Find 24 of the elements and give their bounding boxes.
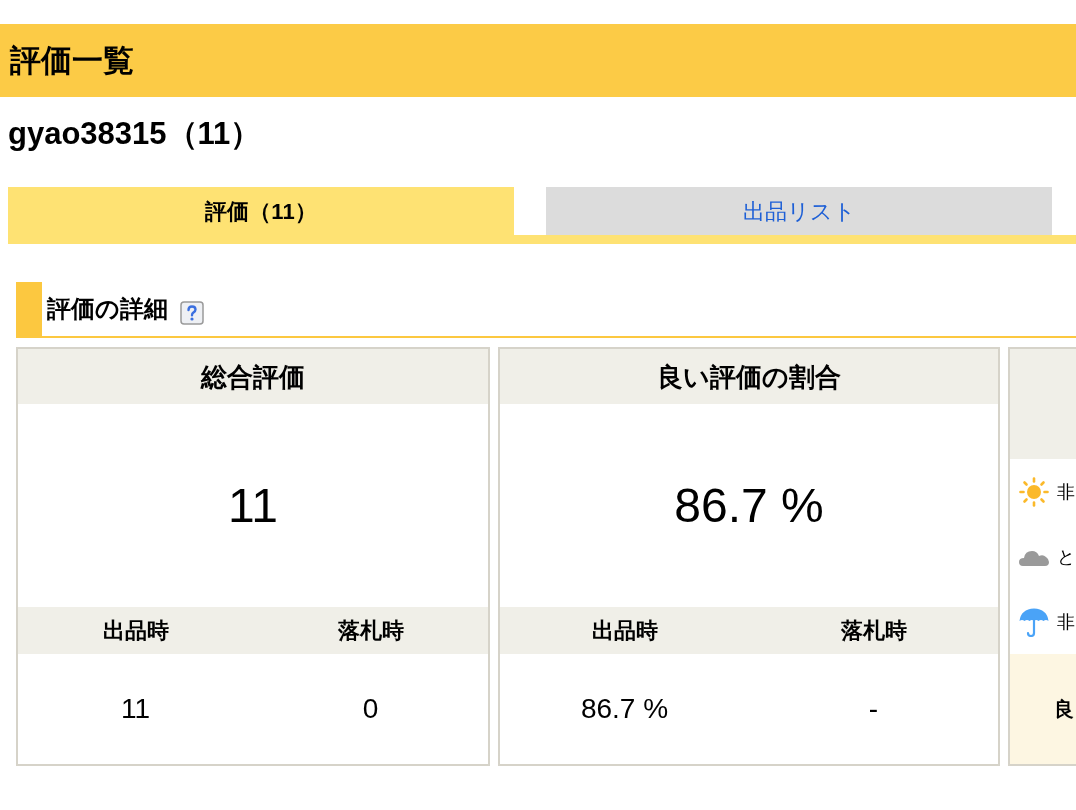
page-title: 評価一覧 bbox=[10, 45, 134, 76]
sun-icon bbox=[1019, 476, 1049, 507]
column-value: 86.7 % bbox=[580, 695, 669, 723]
summary-label: 良 bbox=[1054, 699, 1074, 719]
column-value: 0 bbox=[362, 695, 379, 723]
stat-value: 11 bbox=[228, 481, 278, 530]
username-heading: gyao38315（11） bbox=[8, 117, 262, 149]
stat-value: 86.7 % bbox=[674, 481, 824, 530]
column-value: - bbox=[868, 695, 879, 723]
card-title: 総合評価 bbox=[201, 363, 305, 390]
tab[interactable]: 評価（11） bbox=[8, 187, 514, 235]
tab[interactable]: 出品リスト bbox=[546, 187, 1052, 235]
rating-label: 非 bbox=[1057, 482, 1075, 501]
column-header: 落札時 bbox=[337, 619, 404, 642]
section-title: 評価の詳細 bbox=[47, 297, 168, 321]
column-header: 落札時 bbox=[840, 619, 907, 642]
rating-label: 非 bbox=[1057, 612, 1075, 631]
column-header: 出品時 bbox=[591, 619, 658, 642]
column-header: 出品時 bbox=[102, 619, 169, 642]
column-value: 11 bbox=[120, 695, 151, 723]
help-icon[interactable] bbox=[180, 301, 204, 325]
card-title: 良い評価の割合 bbox=[657, 363, 841, 390]
umbrella-icon bbox=[1019, 606, 1049, 637]
rating-label: と bbox=[1057, 547, 1075, 566]
